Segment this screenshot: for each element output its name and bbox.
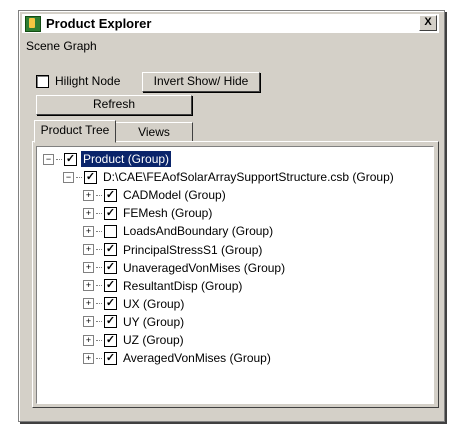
close-button[interactable]: X (419, 15, 437, 31)
tree-connector (96, 194, 102, 196)
tree-connector (96, 249, 102, 250)
tree-node-product[interactable]: − ✓ Product (Group) (43, 150, 173, 168)
expand-icon[interactable]: + (83, 298, 94, 310)
tree-connector (96, 212, 102, 214)
hilight-node-checkbox[interactable]: Hilight Node (36, 74, 120, 88)
app-icon (25, 15, 41, 32)
tree-node[interactable]: + ✓ UZ (Group) (83, 331, 186, 349)
hilight-node-box[interactable] (36, 74, 49, 88)
expand-icon[interactable]: + (83, 280, 94, 292)
tree-connector (76, 176, 82, 178)
node-visibility-checkbox[interactable]: ✓ (104, 279, 117, 293)
tree-connector (96, 285, 102, 287)
tree-connector (96, 321, 102, 323)
expand-icon[interactable]: + (83, 262, 94, 274)
expand-icon[interactable]: + (83, 189, 94, 201)
tree-node-file[interactable]: − ✓ D:\CAE\FEAofSolarArraySupportStructure… (63, 168, 396, 186)
tree-node[interactable]: + ✓ UnaveragedVonMises (Group) (83, 259, 287, 277)
tree-node-label[interactable]: LoadsAndBoundary (Group) (121, 223, 275, 239)
node-visibility-checkbox[interactable]: ✓ (104, 333, 117, 347)
expand-icon[interactable]: + (83, 207, 94, 219)
node-visibility-checkbox[interactable]: ✓ (84, 170, 97, 184)
tree-node[interactable]: + ✓ PrincipalStressS1 (Group) (83, 241, 264, 259)
hilight-node-label: Hilight Node (55, 74, 121, 88)
tree-connector (96, 230, 102, 232)
scene-graph-label: Scene Graph (26, 39, 97, 53)
tab-views[interactable]: Views (115, 122, 193, 142)
tree-node[interactable]: + ✓ AveragedVonMises (Group) (83, 349, 273, 367)
expand-icon[interactable]: + (83, 352, 94, 364)
expand-icon[interactable]: + (83, 225, 94, 237)
tree-node[interactable]: + ✓ UX (Group) (83, 295, 186, 313)
tree-connector (96, 357, 102, 359)
node-visibility-checkbox[interactable]: ✓ (104, 297, 117, 311)
node-visibility-checkbox[interactable]: ✓ (104, 206, 117, 220)
tree-node-label[interactable]: Product (Group) (79, 150, 173, 168)
title-bar[interactable]: Product Explorer X (22, 14, 439, 33)
tree-node-label[interactable]: CADModel (Group) (121, 187, 228, 203)
invert-show-hide-button[interactable]: Invert Show/ Hide (142, 72, 260, 92)
tree-node[interactable]: + ✓ UY (Group) (83, 313, 186, 331)
node-visibility-checkbox[interactable]: ✓ (104, 243, 117, 256)
tree-node-label[interactable]: UnaveragedVonMises (Group) (121, 260, 287, 276)
tree-node-label[interactable]: ResultantDisp (Group) (121, 278, 244, 294)
expand-icon[interactable]: + (83, 316, 94, 328)
tab-product-tree[interactable]: Product Tree (34, 120, 116, 143)
tree-connector (56, 158, 62, 160)
tree-node[interactable]: + ✓ FEMesh (Group) (83, 204, 214, 222)
tree-node-label[interactable]: UX (Group) (121, 296, 186, 312)
node-visibility-checkbox[interactable] (104, 224, 117, 238)
tree-node-label[interactable]: UY (Group) (121, 314, 186, 330)
expand-icon[interactable]: + (83, 244, 94, 255)
collapse-icon[interactable]: − (63, 171, 74, 183)
tree-node-label[interactable]: UZ (Group) (121, 332, 186, 348)
tree-node[interactable]: + ✓ CADModel (Group) (83, 186, 228, 204)
expand-icon[interactable]: + (83, 334, 94, 346)
tree-connector (96, 303, 102, 305)
tree-node-label[interactable]: FEMesh (Group) (121, 205, 214, 221)
window-title: Product Explorer (46, 16, 152, 31)
tree-connector (96, 267, 102, 269)
node-visibility-checkbox[interactable]: ✓ (64, 152, 77, 166)
tree-node-label[interactable]: D:\CAE\FEAofSolarArraySupportStructure.c… (101, 169, 396, 185)
tree-node-label[interactable]: PrincipalStressS1 (Group) (121, 242, 264, 258)
node-visibility-checkbox[interactable]: ✓ (104, 188, 117, 202)
tree-node-label[interactable]: AveragedVonMises (Group) (121, 350, 273, 366)
collapse-icon[interactable]: − (43, 153, 54, 165)
tree-node[interactable]: + ✓ ResultantDisp (Group) (83, 277, 244, 295)
node-visibility-checkbox[interactable]: ✓ (104, 351, 117, 365)
tree-connector (96, 339, 102, 341)
product-tree[interactable]: − ✓ Product (Group) − ✓ D:\CAE\FEAofSolarArra… (36, 146, 434, 404)
node-visibility-checkbox[interactable]: ✓ (104, 315, 117, 329)
tree-node[interactable]: + LoadsAndBoundary (Group) (83, 222, 275, 240)
node-visibility-checkbox[interactable]: ✓ (104, 261, 117, 275)
refresh-button[interactable]: Refresh (36, 95, 192, 115)
